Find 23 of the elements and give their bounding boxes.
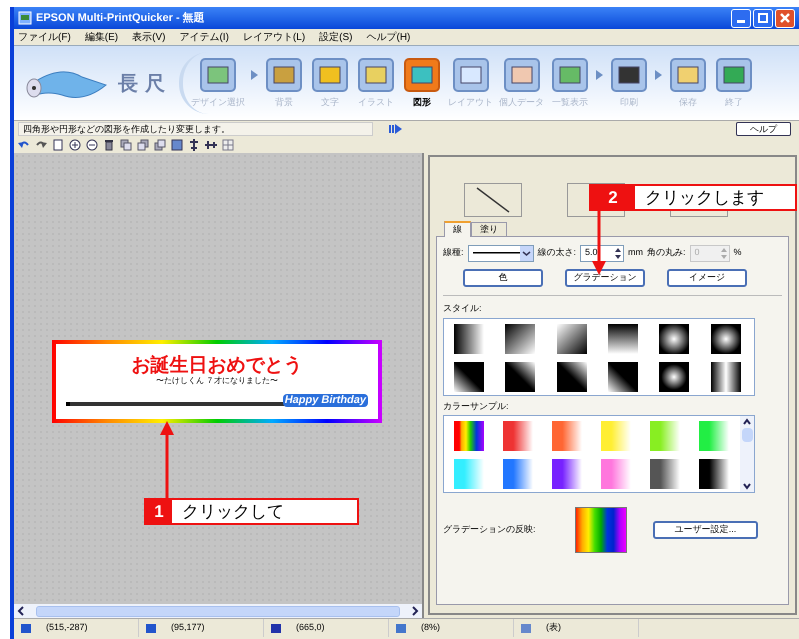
logo-text: 長 尺: [118, 70, 165, 97]
status-text: (515,-287): [46, 621, 88, 634]
line-type-label: 線種:: [443, 246, 464, 260]
banner-subtitle: 〜たけしくん ７才になりました〜: [156, 376, 278, 386]
callout-text: クリックして: [181, 501, 284, 523]
thickness-label: 線の太さ:: [538, 246, 576, 260]
status-text: (95,177): [171, 621, 205, 634]
callout-text: クリックします: [644, 187, 764, 209]
status-text: (表): [546, 621, 561, 634]
thickness-unit: mm: [628, 246, 644, 260]
status-text: (665,0): [296, 621, 325, 634]
status-text: (8%): [421, 621, 440, 634]
style-label: スタイル:: [443, 302, 483, 315]
gradient-apply-label: グラデーションの反映:: [443, 523, 537, 536]
hint-text: 四角形や円形などの図形を作成したり変更します。: [18, 122, 373, 136]
window-title: EPSON Multi-PrintQuicker - 無題: [36, 10, 205, 26]
corner-unit: %: [734, 246, 742, 260]
corner-label: 角の丸み:: [647, 246, 686, 260]
callout-number: 1: [146, 500, 172, 523]
banner-title: お誕生日おめでとう: [132, 354, 302, 376]
banner-tag: Happy Birthday: [282, 394, 368, 407]
callout-number: 2: [591, 186, 635, 209]
color-sample-label: カラーサンプル:: [443, 400, 510, 412]
